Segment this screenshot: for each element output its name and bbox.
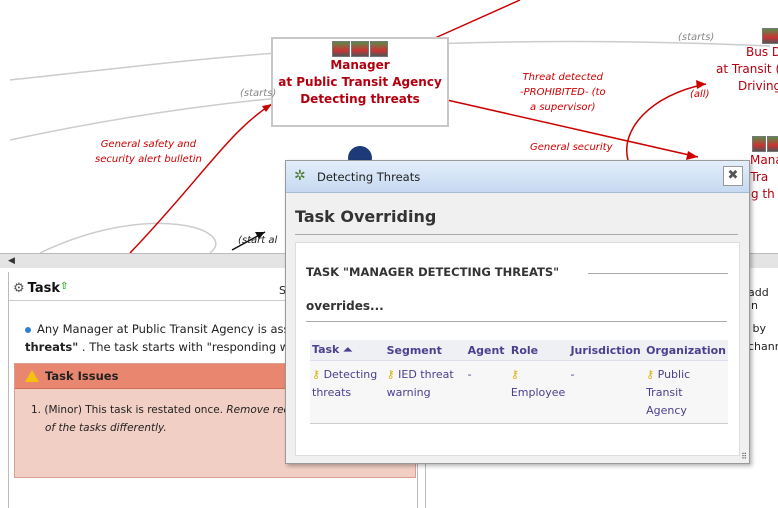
col-header-segment[interactable]: Segment xyxy=(384,340,466,361)
task-panel-title: Task xyxy=(27,281,61,296)
cell-role[interactable]: ⚷ Employee xyxy=(508,360,569,424)
edge-label-line3: a supervisor) xyxy=(530,102,596,113)
col-header-task[interactable]: Task ⏶ xyxy=(310,340,385,361)
description-line1: Any Manager at Public Transit Agency is … xyxy=(37,322,301,336)
edge-label-line2: security alert bulletin xyxy=(95,154,202,165)
key-icon: ⚷ xyxy=(386,368,395,381)
key-icon: ⚷ xyxy=(312,368,321,381)
node-thumbnails xyxy=(752,136,778,152)
task-overriding-dialog[interactable]: ✲ Detecting Threats ✖ Task Overriding TA… xyxy=(285,160,750,464)
resize-handle-icon[interactable]: ⠿ xyxy=(741,452,747,461)
dialog-content: TASK "MANAGER DETECTING THREATS" overrid… xyxy=(295,242,740,456)
task-issues-title: Task Issues xyxy=(45,369,119,383)
section-title: TASK "MANAGER DETECTING THREATS" xyxy=(306,265,560,279)
edge-label-general-security[interactable]: General security xyxy=(530,140,613,155)
overrides-label: overrides... xyxy=(306,299,384,313)
cell-agent: - xyxy=(465,360,509,424)
edge-label-starts-left: (starts) xyxy=(240,88,277,99)
cell-task[interactable]: ⚷ Detecting threats xyxy=(310,360,385,424)
edge-label-all: (all) xyxy=(690,89,710,100)
heading-divider xyxy=(295,234,738,235)
section-divider xyxy=(588,273,728,274)
edge-label-line1: General safety and xyxy=(100,139,197,150)
cell-segment-text[interactable]: IED threat warning xyxy=(387,368,454,399)
table-row: ⚷ Detecting threats ⚷ IED threat warning… xyxy=(310,360,728,424)
close-button[interactable]: ✖ xyxy=(723,166,743,186)
edge-label-general-safety[interactable]: General safety and security alert bullet… xyxy=(95,137,202,167)
dialog-title-bar[interactable]: ✲ Detecting Threats ✖ xyxy=(286,161,749,193)
node-label-line2: at Transit ( xyxy=(716,62,778,76)
table-bottom-divider xyxy=(310,423,728,424)
issue-line2: of the tasks differently. xyxy=(45,422,167,434)
col-header-role[interactable]: Role xyxy=(508,340,569,361)
col-header-organization[interactable]: Organization xyxy=(644,340,728,361)
overrides-divider xyxy=(306,321,727,322)
node-label-line3: Detecting threats xyxy=(300,92,420,106)
description-bold[interactable]: threats" xyxy=(25,340,78,354)
scroll-left-icon[interactable]: ◀ xyxy=(8,256,15,266)
cell-segment[interactable]: ⚷ IED threat warning xyxy=(384,360,466,424)
table-header-row: Task ⏶ Segment Agent Role Jurisdiction O… xyxy=(310,340,728,361)
node-label-line1: Manager xyxy=(330,58,390,72)
bullet-icon xyxy=(25,326,31,333)
edge-label-threat-detected[interactable]: Threat detected -PROHIBITED- (to a super… xyxy=(520,70,606,115)
description-line2: . The task starts with "responding whi xyxy=(81,340,300,354)
node-thumbnail xyxy=(762,28,778,44)
cell-organization[interactable]: ⚷ Public Transit Agency xyxy=(644,360,728,424)
cell-jurisdiction: - xyxy=(568,360,645,424)
node-label-line1: Bus D xyxy=(746,45,778,59)
node-label-line3: Driving xyxy=(738,79,778,93)
key-icon: ⚷ xyxy=(510,368,519,381)
node-thumbnails xyxy=(273,41,447,57)
task-icon: ✲ xyxy=(294,168,306,184)
dialog-heading: Task Overriding xyxy=(295,207,437,226)
edge-label-start-al: (start al xyxy=(238,235,278,246)
task-panel-header: ⚙ Task⇧ xyxy=(13,281,68,296)
key-icon: ⚷ xyxy=(646,368,655,381)
node-bus-driver[interactable]: Bus D at Transit ( Driving xyxy=(710,28,778,95)
warning-icon xyxy=(25,370,39,382)
node-label-line2: at Public Transit Agency xyxy=(278,75,442,89)
issue-text: 1. (Minor) This task is restated once. xyxy=(31,404,224,416)
edge-label-line1: Threat detected xyxy=(522,72,604,83)
overrides-table: Task ⏶ Segment Agent Role Jurisdiction O… xyxy=(310,340,728,424)
col-header-agent[interactable]: Agent xyxy=(465,340,509,361)
edge-label-starts-right: (starts) xyxy=(678,32,715,43)
cell-role-text[interactable]: Employee xyxy=(511,386,565,399)
col-header-jurisdiction[interactable]: Jurisdiction xyxy=(568,340,645,361)
gear-icon: ⚙ xyxy=(13,281,25,296)
arrow-up-icon[interactable]: ⇧ xyxy=(60,281,68,292)
node-manager-detecting-threats[interactable]: Manager at Public Transit Agency Detecti… xyxy=(271,37,449,127)
dialog-title: Detecting Threats xyxy=(317,170,421,184)
add-in-link[interactable]: add in xyxy=(748,286,778,312)
edge-label-line2: -PROHIBITED- (to xyxy=(520,87,606,98)
right-text-chann: chann xyxy=(748,340,778,353)
cell-task-text[interactable]: Detecting threats xyxy=(312,368,377,399)
